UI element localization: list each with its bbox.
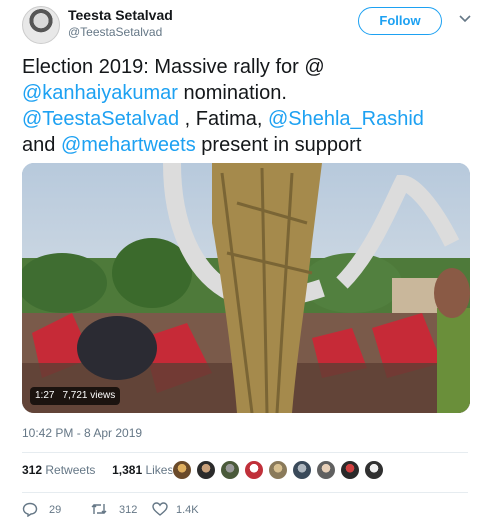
- video-player[interactable]: 1:27 7,721 views: [22, 163, 470, 413]
- retweets-label[interactable]: Retweets: [45, 463, 95, 477]
- follow-button[interactable]: Follow: [358, 7, 442, 35]
- tweet-header: Teesta Setalvad @TeestaSetalvad Follow: [0, 0, 483, 46]
- author-name[interactable]: Teesta Setalvad: [68, 7, 173, 23]
- video-views: 7,721 views: [62, 390, 116, 401]
- divider: [22, 452, 468, 453]
- video-info-badge: 1:27 7,721 views: [30, 387, 121, 405]
- reply-button[interactable]: 29: [22, 500, 82, 518]
- mention-link-kanhaiyakumar[interactable]: @kanhaiyakumar: [22, 82, 178, 104]
- tweet-stats: 312 Retweets 1,381 Likes: [22, 463, 173, 477]
- retweets-count[interactable]: 312: [22, 463, 42, 477]
- liker-avatar[interactable]: [244, 460, 264, 480]
- liker-avatar[interactable]: [340, 460, 360, 480]
- liker-avatar[interactable]: [268, 460, 288, 480]
- retweet-button[interactable]: 312: [90, 500, 160, 518]
- liker-avatar[interactable]: [220, 460, 240, 480]
- author-handle[interactable]: @TeestaSetalvad: [68, 25, 162, 39]
- tweet-text-part: and: [22, 134, 61, 156]
- mention-link-mehartweets[interactable]: @mehartweets: [61, 134, 196, 156]
- mention-link-shehla-rashid[interactable]: @Shehla_Rashid: [268, 108, 424, 130]
- tweet-text-part: present in support: [195, 134, 362, 156]
- mention-link-teestasetalvad[interactable]: @TeestaSetalvad: [22, 108, 179, 130]
- tweet-text: Election 2019: Massive rally for @ @kanh…: [22, 54, 462, 158]
- chevron-down-icon[interactable]: [458, 12, 472, 26]
- liker-avatar[interactable]: [292, 460, 312, 480]
- like-button[interactable]: 1.4K: [152, 500, 222, 518]
- retweet-icon: [91, 504, 107, 514]
- liker-avatar[interactable]: [196, 460, 216, 480]
- liker-avatar[interactable]: [172, 460, 192, 480]
- video-duration: 1:27: [35, 390, 55, 401]
- likes-label[interactable]: Likes: [145, 463, 173, 477]
- reply-count: 29: [49, 504, 62, 516]
- video-frame: [22, 163, 470, 413]
- tweet-timestamp[interactable]: 10:42 PM - 8 Apr 2019: [22, 426, 142, 440]
- heart-icon: [152, 502, 168, 516]
- tweet-text-part: Election 2019: Massive rally for @: [22, 56, 325, 78]
- divider: [22, 492, 468, 493]
- like-count: 1.4K: [176, 504, 199, 516]
- likes-count[interactable]: 1,381: [112, 463, 142, 477]
- author-avatar[interactable]: [22, 6, 60, 44]
- liker-avatar[interactable]: [364, 460, 384, 480]
- liker-avatar[interactable]: [316, 460, 336, 480]
- tweet-text-part: nomination.: [177, 82, 287, 104]
- tweet-actions: 29 312 1.4K: [22, 500, 462, 520]
- tweet-text-part: , Fatima,: [179, 108, 268, 130]
- reply-icon: [22, 502, 38, 517]
- retweet-count: 312: [119, 504, 138, 516]
